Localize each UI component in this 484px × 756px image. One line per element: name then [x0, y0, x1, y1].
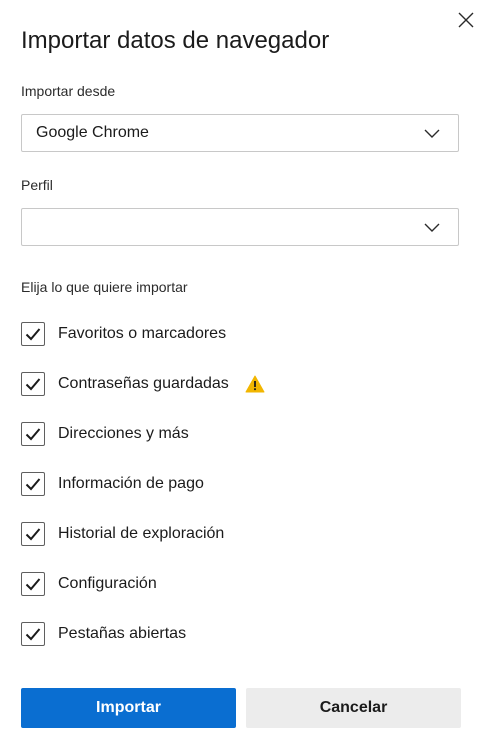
profile-dropdown[interactable] — [21, 208, 459, 246]
checkbox-label: Contraseñas guardadas — [58, 375, 229, 392]
checkbox-label: Configuración — [58, 575, 157, 592]
checkbox-open-tabs[interactable]: Pestañas abiertas — [21, 621, 186, 647]
checkmark-icon — [25, 428, 41, 441]
profile-label: Perfil — [21, 177, 53, 193]
checkbox-payment[interactable]: Información de pago — [21, 471, 204, 497]
checkbox-box[interactable] — [21, 322, 45, 346]
checkbox-box[interactable] — [21, 572, 45, 596]
checkbox-label: Direcciones y más — [58, 425, 189, 442]
checkmark-icon — [25, 478, 41, 491]
checkbox-box[interactable] — [21, 472, 45, 496]
checkmark-icon — [25, 378, 41, 391]
checkbox-passwords[interactable]: Contraseñas guardadas — [21, 371, 265, 397]
choose-label: Elija lo que quiere importar — [21, 279, 188, 295]
checkbox-label: Favoritos o marcadores — [58, 325, 227, 342]
import-from-value: Google Chrome — [36, 124, 149, 141]
import-from-label: Importar desde — [21, 83, 116, 99]
close-icon — [458, 12, 474, 28]
checkmark-icon — [25, 528, 41, 541]
checkmark-icon — [25, 628, 41, 641]
warning-icon — [245, 375, 265, 393]
checkbox-addresses[interactable]: Direcciones y más — [21, 421, 189, 447]
checkbox-history[interactable]: Historial de exploración — [21, 521, 224, 547]
checkbox-label: Información de pago — [58, 475, 204, 492]
checkbox-box[interactable] — [21, 622, 45, 646]
checkbox-favorites[interactable]: Favoritos o marcadores — [21, 321, 226, 347]
chevron-down-icon — [424, 223, 440, 232]
checkbox-box[interactable] — [21, 522, 45, 546]
close-button[interactable] — [452, 6, 480, 34]
checkbox-label: Historial de exploración — [58, 525, 225, 542]
import-button[interactable]: Importar — [21, 688, 236, 728]
import-from-dropdown[interactable]: Google Chrome — [21, 114, 459, 152]
checkbox-settings[interactable]: Configuración — [21, 571, 157, 597]
checkbox-label: Pestañas abiertas — [58, 625, 187, 642]
dialog-title: Importar datos de navegador — [21, 27, 330, 54]
checkbox-box[interactable] — [21, 422, 45, 446]
checkmark-icon — [25, 328, 41, 341]
cancel-button[interactable]: Cancelar — [246, 688, 461, 728]
checkbox-box[interactable] — [21, 372, 45, 396]
checkmark-icon — [25, 578, 41, 591]
chevron-down-icon — [424, 129, 440, 138]
